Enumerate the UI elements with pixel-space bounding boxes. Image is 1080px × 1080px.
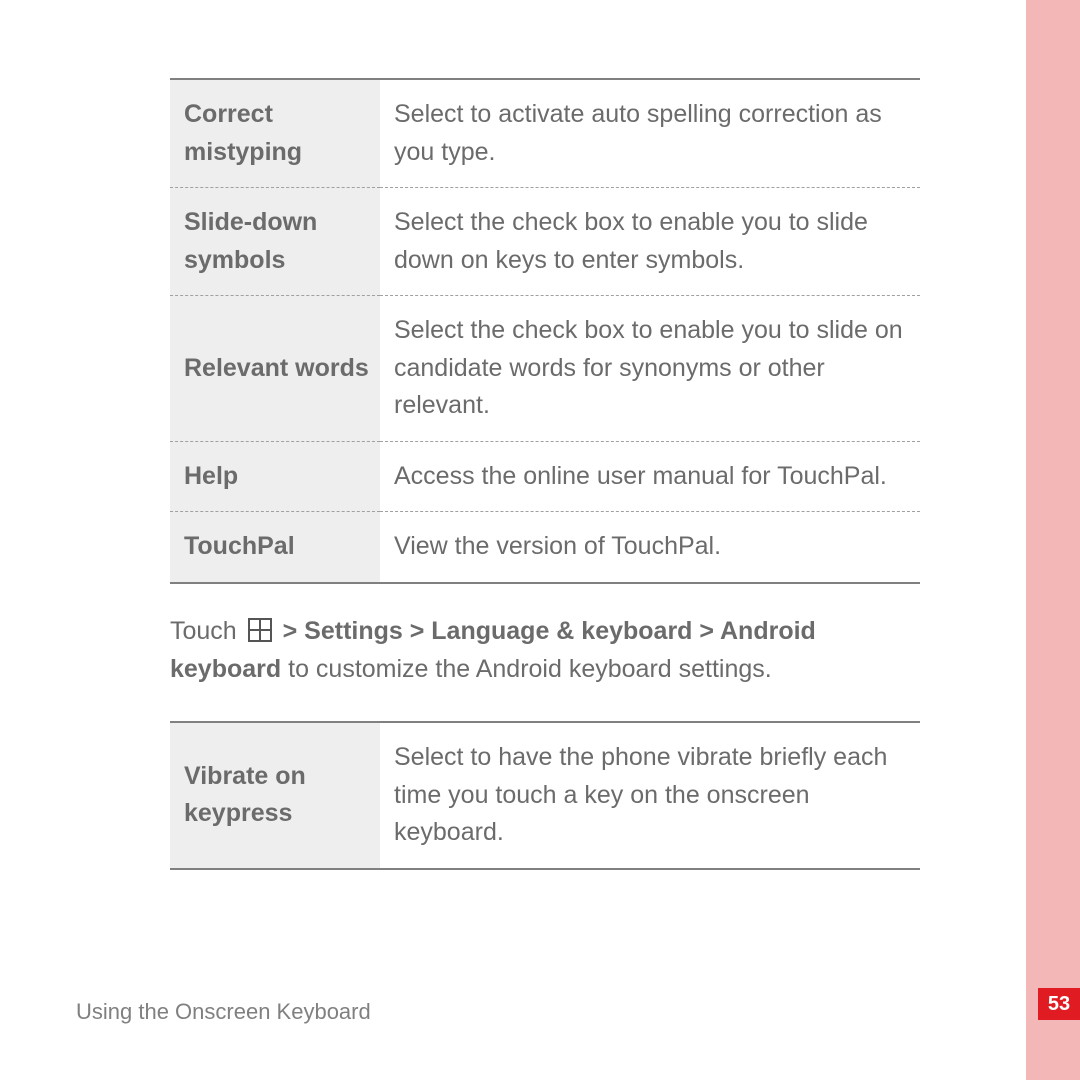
setting-description: Select to have the phone vibrate briefly… [380,722,920,869]
instruction-suffix: to customize the Android keyboard settin… [281,655,772,683]
side-accent-strip [1026,0,1080,1080]
setting-label: Vibrate on keypress [170,722,380,869]
navigation-instruction: Touch > Settings > Language & keyboard >… [170,612,920,690]
instruction-prefix: Touch [170,617,244,645]
table-row: TouchPal View the version of TouchPal. [170,512,920,583]
footer-section-title: Using the Onscreen Keyboard [76,999,371,1025]
setting-label: TouchPal [170,512,380,583]
setting-description: Select the check box to enable you to sl… [380,296,920,442]
setting-description: Select the check box to enable you to sl… [380,188,920,296]
page-content: Correct mistyping Select to activate aut… [0,0,1010,870]
table-row: Help Access the online user manual for T… [170,441,920,512]
settings-table-top: Correct mistyping Select to activate aut… [170,78,920,584]
setting-label: Relevant words [170,296,380,442]
table-row: Vibrate on keypress Select to have the p… [170,722,920,869]
table-row: Relevant words Select the check box to e… [170,296,920,442]
setting-description: View the version of TouchPal. [380,512,920,583]
setting-label: Correct mistyping [170,79,380,188]
setting-label: Help [170,441,380,512]
setting-label: Slide-down symbols [170,188,380,296]
apps-grid-icon [248,618,272,642]
setting-description: Access the online user manual for TouchP… [380,441,920,512]
settings-table-bottom: Vibrate on keypress Select to have the p… [170,721,920,870]
page-number-badge: 53 [1038,988,1080,1020]
table-row: Slide-down symbols Select the check box … [170,188,920,296]
setting-description: Select to activate auto spelling correct… [380,79,920,188]
table-row: Correct mistyping Select to activate aut… [170,79,920,188]
